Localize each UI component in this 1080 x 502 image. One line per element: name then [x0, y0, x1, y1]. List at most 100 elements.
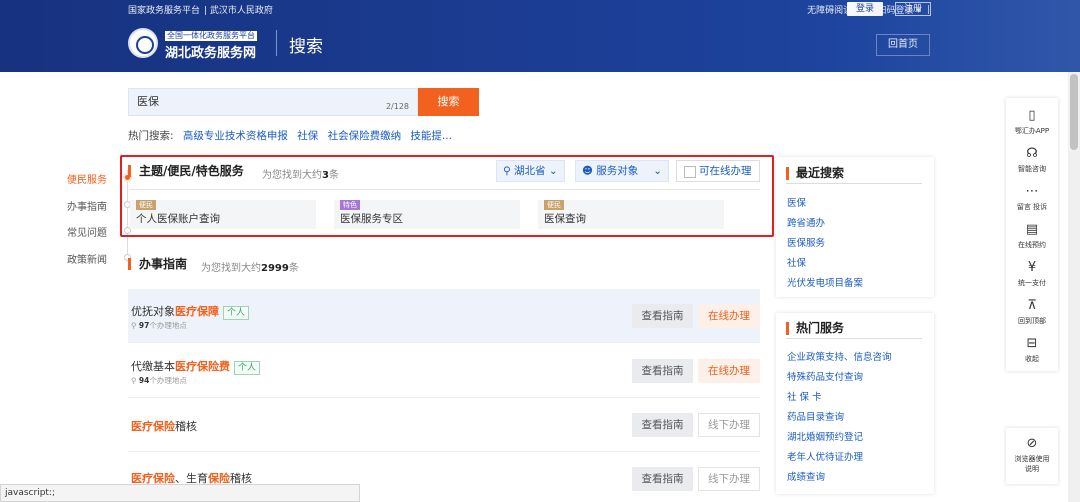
service-card[interactable]: 特色 医保服务专区	[334, 200, 520, 229]
theme-section-title: 主题/便民/特色服务	[128, 165, 244, 177]
location-suffix: 个办理地点	[149, 376, 187, 385]
view-guide-button[interactable]: 查看指南	[632, 413, 693, 437]
calendar-icon: ▤	[1025, 222, 1039, 237]
search-button[interactable]: 搜索	[418, 88, 479, 116]
person-tag: 个人	[234, 361, 261, 375]
recent-search-title: 最近搜索	[786, 167, 844, 180]
view-guide-button[interactable]: 查看指南	[632, 359, 693, 383]
logo-emblem-icon	[128, 28, 158, 58]
hot-service-item[interactable]: 企业政策支持、信息咨询	[787, 349, 892, 363]
hot-search: 热门搜索: 高级专业技术资格申报 社保 社会保险费缴纳 技能提...	[128, 128, 452, 143]
guide-row: 医疗保险稽核 查看指南 线下办理	[128, 398, 760, 452]
guide-row: 优抚对象医疗保障 个人 ⚲ 97个办理地点 查看指南 在线办理	[128, 289, 760, 343]
title-text: 代缴基本	[131, 360, 175, 373]
tool-label: 鄂汇办APP	[1014, 127, 1050, 135]
service-tag: 特色	[340, 200, 360, 210]
offline-handle-button[interactable]: 线下办理	[698, 467, 760, 491]
tool-label: 统一支付	[1018, 279, 1046, 287]
logo-divider	[276, 30, 277, 56]
tool-consult[interactable]: ☊ 智能咨询	[1006, 146, 1058, 174]
hot-service-item[interactable]: 老年人优待证办理	[787, 449, 863, 463]
section-divider	[130, 189, 760, 190]
hot-service-item[interactable]: 社 保 卡	[787, 389, 822, 403]
browser-guide-button[interactable]: ⊘ 浏览器使用说明	[1006, 428, 1058, 484]
leftnav-item-convenience[interactable]: 便民服务	[67, 171, 107, 186]
page-scrollbar[interactable]	[1068, 72, 1080, 502]
hot-service-item[interactable]: 药品目录查询	[787, 409, 844, 423]
audience-select[interactable]: ☻ 服务对象 ⌄	[575, 160, 669, 182]
search-input[interactable]	[137, 94, 367, 107]
browser-icon: ⊘	[1026, 436, 1038, 451]
top-header: 国家政务服务平台 | 武汉市人民政府 无障碍阅读 | ⊞ 扫码登录 ▾ | 登录 注册…	[0, 0, 1080, 72]
logo-subtitle: 全国一体化政务服务平台	[165, 31, 257, 41]
tool-complaint[interactable]: ⋯ 留言 投诉	[1006, 184, 1058, 212]
top-link-wuhan[interactable]: 武汉市人民政府	[210, 6, 273, 16]
audience-label: 服务对象	[596, 165, 639, 177]
location-count: 94	[138, 376, 150, 385]
login-button[interactable]: 登录	[847, 2, 883, 16]
service-card[interactable]: 便民 医保查询	[538, 200, 724, 229]
recent-search-item[interactable]: 跨省通办	[787, 215, 825, 229]
guide-row: 代缴基本医疗保险费 个人 ⚲ 94个办理地点 查看指南 在线办理	[128, 344, 760, 398]
hot-search-item[interactable]: 社保	[297, 130, 318, 142]
scan-login-link[interactable]: ⊞ 扫码登录 ▾	[867, 3, 921, 16]
hot-search-item[interactable]: 高级专业技术资格申报	[183, 130, 288, 142]
found-count: 2999	[261, 263, 289, 274]
accessibility-link[interactable]: 无障碍阅读	[807, 3, 852, 16]
home-button[interactable]: 回首页	[876, 34, 930, 56]
found-prefix: 为您找到大约	[201, 263, 261, 274]
recent-search-item[interactable]: 社保	[787, 255, 806, 269]
leftnav-item-faq[interactable]: 常见问题	[67, 224, 107, 239]
view-guide-button[interactable]: 查看指南	[632, 304, 693, 328]
tool-app[interactable]: ▯ 鄂汇办APP	[1006, 108, 1058, 136]
hot-search-item[interactable]: 技能提...	[410, 130, 452, 142]
person-tag: 个人	[223, 306, 250, 320]
scrollbar-thumb[interactable]	[1070, 74, 1078, 150]
scan-login-label: 扫码登录	[877, 6, 914, 16]
service-card[interactable]: 便民 个人医保账户查询	[130, 200, 316, 229]
online-handle-button[interactable]: 在线办理	[698, 304, 760, 328]
tool-collapse[interactable]: ⊟ 收起	[1006, 336, 1058, 364]
online-handle-button[interactable]: 在线办理	[698, 359, 760, 383]
guide-locations: ⚲ 97个办理地点	[131, 321, 187, 330]
top-right-links: 无障碍阅读 | ⊞ 扫码登录 ▾ |	[807, 3, 930, 17]
chevron-down-icon: ⌄	[548, 165, 558, 177]
hot-service-item[interactable]: 特殊药品支付查询	[787, 369, 863, 383]
tool-back-to-top[interactable]: ⊼ 回到顶部	[1006, 298, 1058, 326]
hot-search-item[interactable]: 社会保险费缴纳	[328, 130, 402, 142]
online-only-checkbox[interactable]: 可在线办理	[676, 160, 760, 182]
tool-appointment[interactable]: ▤ 在线预约	[1006, 222, 1058, 250]
register-button[interactable]: 注册	[895, 2, 931, 16]
location-suffix: 个办理地点	[149, 321, 187, 330]
browser-status-bar: javascript:;	[0, 484, 360, 502]
hot-services-title: 热门服务	[786, 322, 844, 335]
title-highlight: 医疗保险费	[175, 360, 230, 373]
guide-section-title: 办事指南	[128, 258, 187, 270]
yuan-icon: ¥	[1027, 260, 1037, 275]
leftnav-item-guide[interactable]: 办事指南	[67, 198, 107, 213]
recent-search-item[interactable]: 光伏发电项目备案	[787, 275, 863, 289]
title-highlight: 医疗保障	[175, 305, 219, 318]
leftnav-item-news[interactable]: 政策新闻	[67, 251, 107, 266]
region-select[interactable]: ⚲ 湖北省 ⌄	[496, 160, 565, 182]
guide-title[interactable]: 优抚对象医疗保障 个人	[131, 303, 250, 320]
logo-title[interactable]: 湖北政务服务网	[165, 42, 256, 61]
found-count: 3	[322, 170, 329, 181]
theme-found-text: 为您找到大约3条	[262, 166, 339, 181]
hot-service-item[interactable]: 湖北婚姻预约登记	[787, 429, 863, 443]
view-guide-button[interactable]: 查看指南	[632, 467, 693, 491]
found-suffix: 条	[288, 263, 299, 274]
guide-title[interactable]: 代缴基本医疗保险费 个人	[131, 358, 261, 375]
title-highlight: 医疗保险	[131, 420, 175, 433]
tool-payment[interactable]: ¥ 统一支付	[1006, 260, 1058, 288]
top-link-national[interactable]: 国家政务服务平台	[128, 6, 200, 16]
title-text: 稽核	[175, 420, 197, 433]
service-tag: 便民	[544, 200, 564, 210]
found-suffix: 条	[328, 170, 339, 181]
tool-label: 智能咨询	[1018, 165, 1046, 173]
guide-title[interactable]: 医疗保险稽核	[131, 418, 197, 434]
offline-handle-button[interactable]: 线下办理	[698, 413, 760, 437]
hot-service-item[interactable]: 成绩查询	[787, 469, 825, 483]
recent-search-item[interactable]: 医保	[787, 195, 806, 209]
recent-search-item[interactable]: 医保服务	[787, 235, 825, 249]
